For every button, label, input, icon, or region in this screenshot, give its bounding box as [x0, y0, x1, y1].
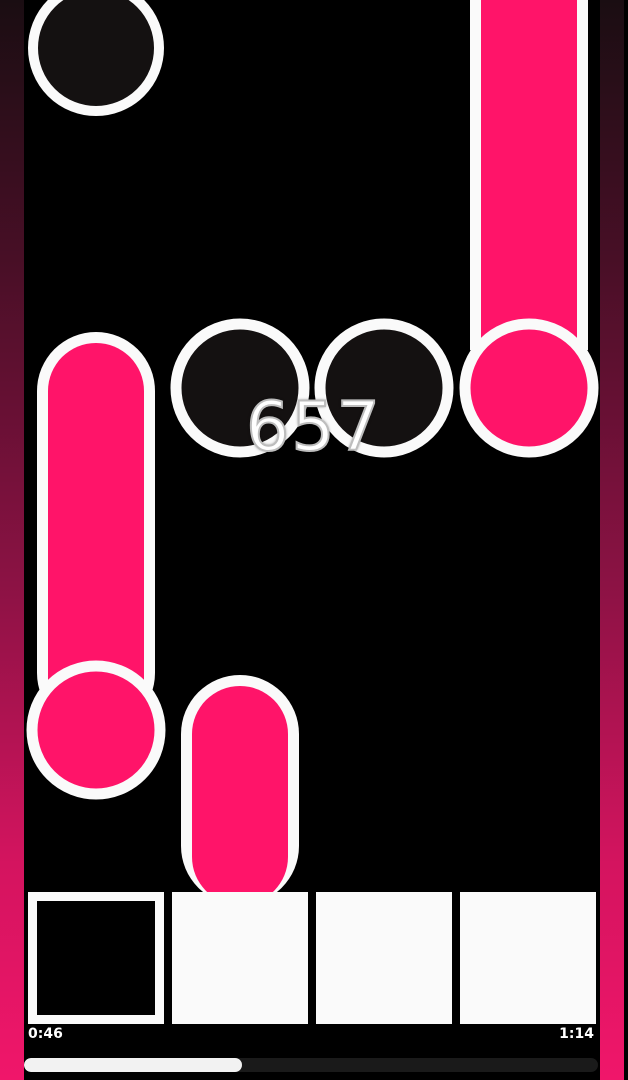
lane-key-2[interactable]	[172, 892, 308, 1024]
hold-note-lane-1	[26, 332, 166, 800]
hold-note-lane-4	[459, 0, 599, 458]
empty-note-lane-3	[314, 318, 454, 458]
lane-key-1[interactable]	[28, 892, 164, 1024]
empty-note-lane-1	[28, 0, 164, 116]
lane-key-3[interactable]	[316, 892, 452, 1024]
hold-note-lane-2	[181, 675, 299, 905]
elapsed-time: 0:46	[28, 1026, 63, 1042]
song-progress-fill	[24, 1058, 243, 1072]
empty-note-lane-2	[170, 318, 310, 458]
song-progress-bar[interactable]	[24, 1058, 598, 1072]
total-time: 1:14	[559, 1026, 594, 1042]
lane-key-4[interactable]	[460, 892, 596, 1024]
